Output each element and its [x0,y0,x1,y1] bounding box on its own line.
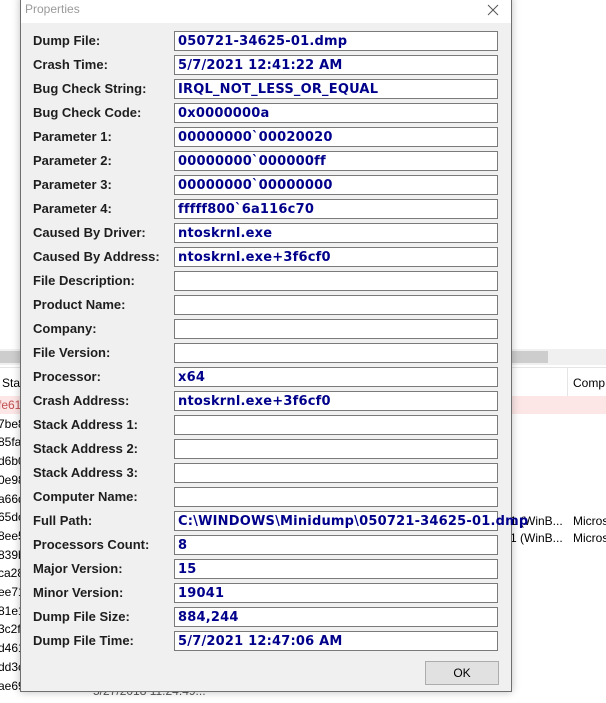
property-label: Crash Address: [33,393,130,408]
property-label: Dump File: [33,33,101,48]
property-value-field[interactable]: 00000000`00020020 [174,127,498,147]
property-value-text: fffff800`6a116c70 [178,202,315,217]
property-value-field[interactable] [174,271,498,291]
property-value-field[interactable]: x64 [174,367,498,387]
property-value-field[interactable]: 0x0000000a [174,103,498,123]
background-row-id[interactable]: 3c2f [0,622,21,636]
property-value-text: ntoskrnl.exe+3f6cf0 [178,250,331,265]
property-label: Stack Address 1: [33,417,139,432]
column-separator [567,368,568,398]
property-value-field[interactable]: IRQL_NOT_LESS_OR_EQUAL [174,79,498,99]
property-label: Stack Address 2: [33,441,139,456]
property-value-text: 8 [178,538,188,553]
property-value-field[interactable]: 884,244 [174,607,498,627]
property-label: Parameter 1: [33,129,112,144]
property-label: Dump File Size: [33,609,130,624]
property-value-text: 050721-34625-01.dmp [178,34,348,49]
property-label: Full Path: [33,513,93,528]
background-row-company[interactable]: Micros [573,531,606,545]
property-value-text: 5/7/2021 12:41:22 AM [178,58,343,73]
property-value-field[interactable]: ntoskrnl.exe [174,223,498,243]
property-value-text: x64 [178,370,206,385]
property-value-field[interactable]: 19041 [174,583,498,603]
property-value-field[interactable]: fffff800`6a116c70 [174,199,498,219]
property-label: Processors Count: [33,537,150,552]
property-value-text: 00000000`00000000 [178,178,333,193]
property-value-text: ntoskrnl.exe+3f6cf0 [178,394,331,409]
property-label: Parameter 4: [33,201,112,216]
properties-dialog: Properties Dump File: 050721-34625-01.dmp… [20,0,528,692]
property-value-field[interactable]: 8 [174,535,498,555]
property-value-field[interactable]: 5/7/2021 12:41:22 AM [174,55,498,75]
property-value-field[interactable]: 050721-34625-01.dmp [174,31,498,51]
property-value-field[interactable]: 15 [174,559,498,579]
property-label: Product Name: [33,297,126,312]
property-value-text: 15 [178,562,197,577]
property-label: Parameter 2: [33,153,112,168]
property-label: Caused By Driver: [33,225,146,240]
property-value-field[interactable]: 5/7/2021 12:47:06 AM [174,631,498,651]
column-header-company[interactable]: Comp [573,376,605,390]
property-label: Bug Check String: [33,81,147,96]
property-label: Computer Name: [33,489,138,504]
property-value-field[interactable]: ntoskrnl.exe+3f6cf0 [174,247,498,267]
property-value-field[interactable]: C:\WINDOWS\Minidump\050721-34625-01.dmp [174,511,528,531]
property-value-field[interactable] [174,439,498,459]
property-label: Bug Check Code: [33,105,142,120]
property-label: Company: [33,321,97,336]
property-label: Crash Time: [33,57,108,72]
property-label: Stack Address 3: [33,465,139,480]
property-value-field[interactable]: 00000000`000000ff [174,151,498,171]
property-value-text: ntoskrnl.exe [178,226,273,241]
property-label: Major Version: [33,561,123,576]
background-row-id[interactable]: 85fa [0,435,21,449]
property-value-field[interactable] [174,487,498,507]
background-row-id[interactable]: fe61 [0,398,21,412]
property-value-text: 5/7/2021 12:47:06 AM [178,634,343,649]
property-label: File Version: [33,345,111,360]
property-label: Caused By Address: [33,249,160,264]
property-value-field[interactable] [174,319,498,339]
close-icon[interactable] [483,0,503,20]
property-value-text: 00000000`000000ff [178,154,326,169]
property-label: Minor Version: [33,585,124,600]
property-value-text: 0x0000000a [178,106,270,121]
background-row-company[interactable]: Micros [573,514,606,528]
property-value-text: 00000000`00020020 [178,130,333,145]
property-value-field[interactable] [174,463,498,483]
property-value-field[interactable]: ntoskrnl.exe+3f6cf0 [174,391,498,411]
property-value-text: C:\WINDOWS\Minidump\050721-34625-01.dmp [178,514,529,529]
property-value-field[interactable] [174,295,498,315]
property-value-field[interactable]: 00000000`00000000 [174,175,498,195]
property-value-text: IRQL_NOT_LESS_OR_EQUAL [178,82,379,97]
property-value-text: 884,244 [178,610,239,625]
property-label: Dump File Time: [33,633,134,648]
dialog-titlebar[interactable]: Properties [21,0,511,23]
property-label: Processor: [33,369,101,384]
property-value-field[interactable] [174,343,498,363]
property-value-field[interactable] [174,415,498,435]
ok-button[interactable]: OK [425,661,499,685]
background-row-product[interactable]: 1 (WinB... [510,531,563,545]
property-label: File Description: [33,273,135,288]
property-label: Parameter 3: [33,177,112,192]
dialog-title: Properties [25,2,80,16]
property-value-text: 19041 [178,586,225,601]
